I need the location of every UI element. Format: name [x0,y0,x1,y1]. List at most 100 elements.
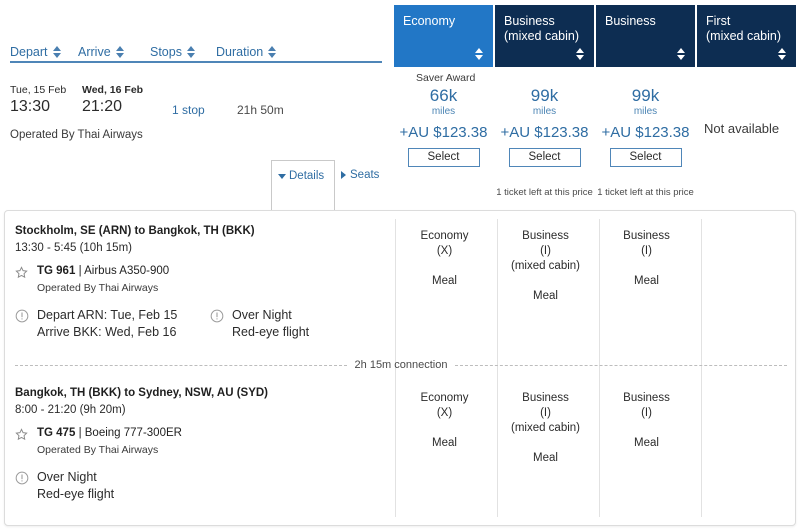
sort-depart-label: Depart [10,45,48,59]
segment-times: 8:00 - 21:20 (9h 20m) [15,404,126,416]
cabin-name: Economy [420,392,469,404]
sort-stops[interactable]: Stops [150,42,216,62]
depart-time: 13:30 [10,98,51,115]
sort-arrive-label: Arrive [78,45,111,59]
sort-arrows-icon[interactable] [115,45,125,59]
fare-type-label: Saver Award [416,72,476,84]
sort-arrows-icon[interactable] [52,45,62,59]
sort-arrive[interactable]: Arrive [78,42,150,62]
chevron-right-icon [341,171,346,179]
ticket-left-note: 1 ticket left at this price [496,187,593,198]
segment-note-text: Depart ARN: Tue, Feb 15 Arrive BKK: Wed,… [37,307,177,341]
divider-line-left [15,364,347,366]
segment-cabin-first [698,391,795,466]
star-icon[interactable] [15,428,28,441]
stops-link[interactable]: 1 stop [172,103,205,117]
connection-label: 2h 15m connection [354,359,448,371]
alert-circle-icon [210,309,224,323]
fare-miles-label: miles [633,106,658,117]
fare-price-row: 66k miles +AU $123.38 Select 99k miles +… [394,86,796,198]
sort-arrows-icon[interactable] [268,45,277,59]
segment-times: 13:30 - 5:45 (10h 15m) [15,242,132,254]
cabin-code: (I) [641,245,652,257]
cabin-meal: Meal [533,452,558,464]
cabin-note: (mixed cabin) [510,422,581,434]
alert-circle-icon [15,471,29,485]
segment-note: Over Night Red-eye flight [15,469,114,503]
fare-business-mixed: 99k miles +AU $123.38 Select 1 ticket le… [495,86,594,198]
cabin-tab-economy[interactable]: Economy [394,5,493,67]
fare-miles: 99k [631,86,660,105]
segment-cabin-columns: Economy (X) Meal Business (I) (mixed cab… [395,391,795,466]
cabin-meal: Meal [432,275,457,287]
flight-details-panel: Stockholm, SE (ARN) to Bangkok, TH (BKK)… [4,210,796,526]
segment-cabin-business: Business (I) Meal [597,229,696,304]
fare-cash: +AU $123.38 [601,124,690,141]
star-icon[interactable] [15,266,28,279]
connection-divider: 2h 15m connection [15,359,788,371]
arrive-date: Wed, 16 Feb [82,84,144,96]
chevron-down-icon [278,173,286,179]
sort-arrows-icon[interactable] [576,48,585,61]
flight-separator: | [78,427,82,439]
cabin-code: (I) [641,407,652,419]
not-available-label: Not available [704,121,780,136]
segment-notes: Depart ARN: Tue, Feb 15 Arrive BKK: Wed,… [15,307,309,341]
cabin-name: Economy [420,230,469,242]
segment-cabin-columns: Economy (X) Meal Business (I) (mixed cab… [395,229,795,304]
cabin-name: Business [522,392,569,404]
cabin-tab-first-mixed[interactable]: First (mixed cabin) [697,5,796,67]
cabin-code: (X) [436,245,453,257]
sort-arrows-icon[interactable] [778,48,787,61]
segment-route: Stockholm, SE (ARN) to Bangkok, TH (BKK) [15,225,255,237]
cabin-meal: Meal [533,290,558,302]
cabin-tab-label: Economy [403,14,456,28]
seats-label: Seats [350,169,380,181]
duration-value: 21h 50m [237,103,284,117]
sort-arrows-icon[interactable] [186,45,196,59]
select-button[interactable]: Select [508,148,581,167]
note-line-1: Depart ARN: Tue, Feb 15 [37,308,178,322]
aircraft-type: Airbus A350-900 [84,265,170,277]
arrive-block: Wed, 16 Feb 21:20 [82,84,162,117]
sort-arrows-icon[interactable] [475,48,484,61]
flight-number-aircraft: TG 961 | Airbus A350-900 [37,265,169,277]
segment-info: Stockholm, SE (ARN) to Bangkok, TH (BKK)… [15,225,309,341]
seats-button[interactable]: Seats [341,169,379,181]
cabin-tab-label: First [706,14,731,28]
segment-note: Depart ARN: Tue, Feb 15 Arrive BKK: Wed,… [15,307,210,341]
sort-bar: Depart Arrive Stops Duration [10,42,380,62]
fare-economy: 66k miles +AU $123.38 Select [394,86,493,198]
segment-operated-by: Operated By Thai Airways [37,444,159,456]
select-button[interactable]: Select [609,148,682,167]
segment-cabin-economy: Economy (X) Meal [395,391,494,466]
cabin-code: (I) [540,407,551,419]
cabin-meal: Meal [634,275,659,287]
sort-depart[interactable]: Depart [10,42,78,62]
details-label: Details [289,170,325,182]
segment-cabin-first [698,229,795,304]
cabin-tab-business-mixed[interactable]: Business (mixed cabin) [495,5,594,67]
sort-duration[interactable]: Duration [216,42,306,62]
select-button[interactable]: Select [407,148,480,167]
cabin-name: Business [522,230,569,242]
sort-stops-label: Stops [150,45,182,59]
cabin-meal: Meal [634,437,659,449]
segment-info: Bangkok, TH (BKK) to Sydney, NSW, AU (SY… [15,387,268,503]
segment-notes: Over Night Red-eye flight [15,469,268,503]
cabin-tab-label: Business [605,14,656,28]
fare-first [697,86,796,198]
cabin-code: (X) [436,407,453,419]
flight-number: TG 475 [37,427,76,439]
cabin-tab-business[interactable]: Business [596,5,695,67]
note-line-2: Red-eye flight [232,325,310,339]
cabin-tab-sublabel: (mixed cabin) [504,29,580,43]
flight-results-page: Economy Business (mixed cabin) Business … [0,0,800,529]
segment-flight-line: TG 961 | Airbus A350-900 Operated By Tha… [15,265,309,294]
flight-number: TG 961 [37,265,76,277]
note-line-2: Arrive BKK: Wed, Feb 16 [37,325,177,339]
segment-cabin-business: Business (I) Meal [597,391,696,466]
sort-arrows-icon[interactable] [677,48,686,61]
flight-separator: | [78,265,82,277]
aircraft-type: Boeing 777-300ER [84,427,182,439]
